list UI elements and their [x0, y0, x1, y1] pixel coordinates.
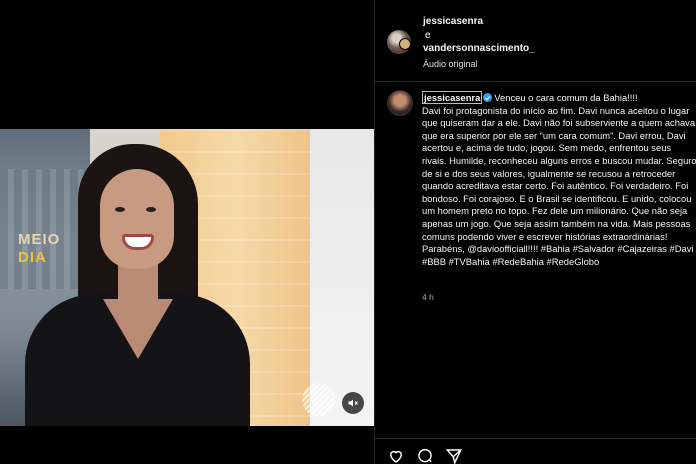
presenter-face [100, 169, 174, 269]
post-details-panel: jessicasenra e vandersonnascimento_ Áudi… [374, 0, 696, 464]
presenter-eye-right [146, 207, 156, 212]
presenter-eye-left [115, 207, 125, 212]
speaker-muted-icon [348, 399, 358, 407]
caption-author[interactable]: jessicasenra [422, 91, 483, 104]
audio-label[interactable]: Áudio original [423, 59, 478, 69]
caption-author-avatar[interactable] [387, 90, 413, 116]
like-button[interactable] [387, 447, 405, 464]
comment-icon [418, 448, 432, 463]
presenter-neck [118, 264, 158, 304]
show-logo-line1: MEIO [18, 231, 61, 248]
post-caption: jessicasenra Venceu o cara comum da Bahia… [422, 91, 696, 268]
show-logo-line2: DIA [18, 249, 47, 266]
heart-icon [389, 450, 403, 463]
broadcaster-watermark-icon [302, 383, 336, 417]
video-background-right [310, 129, 374, 426]
verified-badge-icon [483, 93, 493, 102]
media-panel: MEIO DIA [0, 0, 374, 464]
send-icon [445, 449, 462, 464]
author-username[interactable]: jessicasenra [423, 16, 483, 27]
mute-button[interactable] [342, 392, 364, 414]
post-timestamp[interactable]: 4 h [422, 292, 434, 302]
collab-connector: e [425, 30, 431, 41]
post-header: jessicasenra e vandersonnascimento_ Áudi… [375, 0, 696, 82]
share-button[interactable] [445, 447, 463, 464]
caption-text: Venceu o cara comum da Bahia!!!! Davi fo… [422, 92, 696, 267]
collab-username[interactable]: vandersonnascimento_ [423, 43, 535, 54]
video-player[interactable]: MEIO DIA [0, 129, 374, 426]
comment-button[interactable] [416, 447, 434, 464]
collab-avatar[interactable] [399, 38, 411, 50]
video-background-buildings [0, 169, 90, 289]
post-actions [375, 438, 696, 464]
show-logo: MEIO DIA [18, 231, 60, 267]
